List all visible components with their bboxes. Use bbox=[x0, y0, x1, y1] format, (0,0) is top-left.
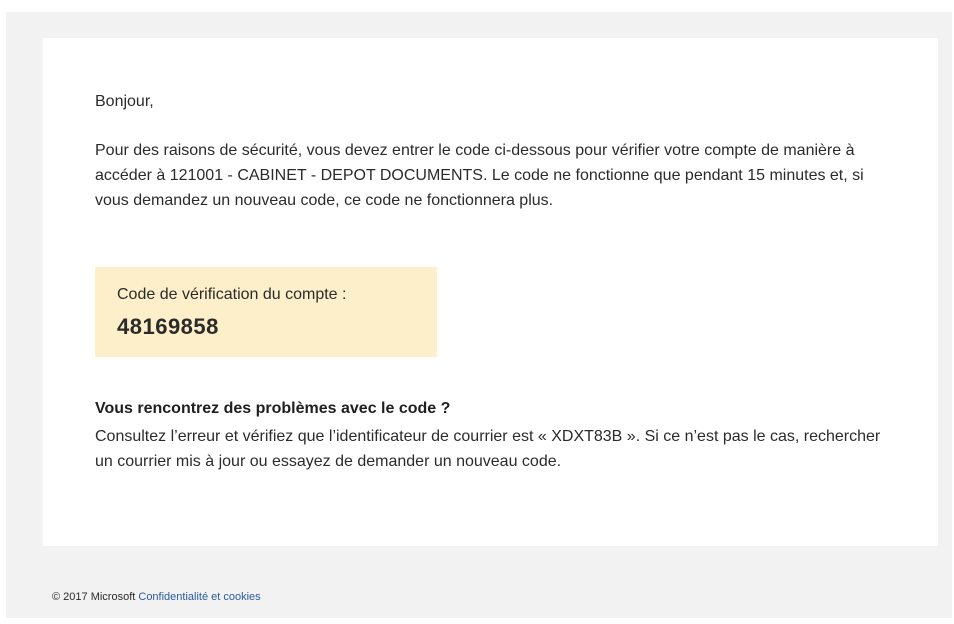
copyright-text: © 2017 Microsoft bbox=[52, 591, 136, 603]
verification-code-box: Code de vérification du compte : 4816985… bbox=[95, 267, 437, 357]
intro-paragraph: Pour des raisons de sécurité, vous devez… bbox=[95, 142, 864, 209]
email-card: Bonjour, Pour des raisons de sécurité, v… bbox=[43, 38, 938, 546]
email-footer: © 2017 Microsoft Confidentialité et cook… bbox=[52, 591, 261, 603]
greeting-text: Bonjour, bbox=[95, 93, 154, 110]
problem-paragraph: Consultez l’erreur et vérifiez que l’ide… bbox=[95, 428, 881, 470]
email-background: Bonjour, Pour des raisons de sécurité, v… bbox=[6, 12, 952, 618]
verification-code-value: 48169858 bbox=[117, 314, 219, 339]
privacy-cookies-link[interactable]: Confidentialité et cookies bbox=[138, 591, 260, 603]
verification-code-label: Code de vérification du compte : bbox=[117, 286, 347, 303]
problem-heading: Vous rencontrez des problèmes avec le co… bbox=[95, 400, 451, 417]
